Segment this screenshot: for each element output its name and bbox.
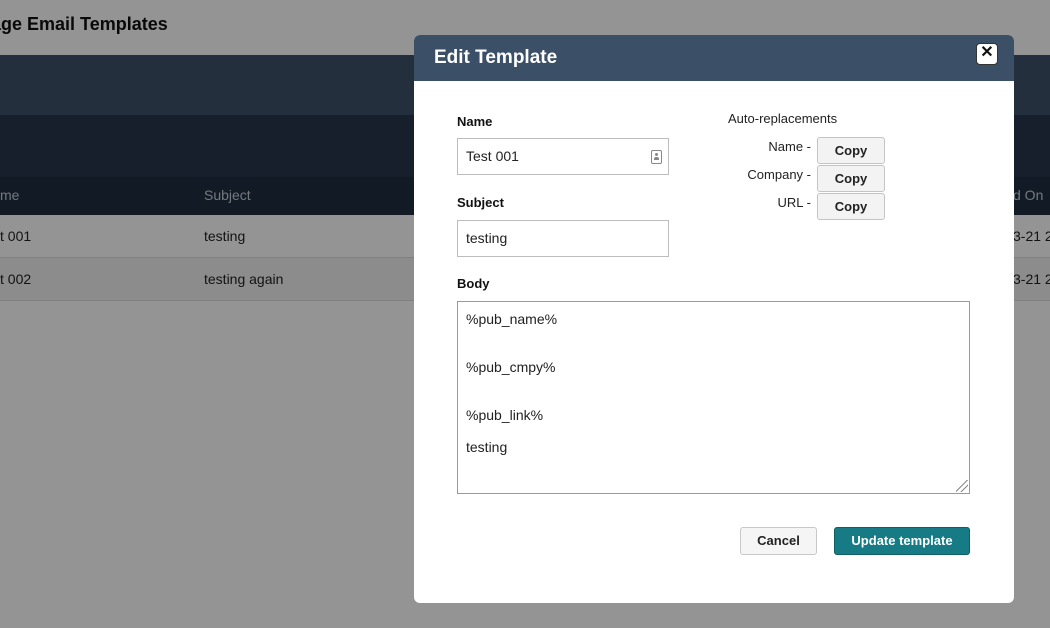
copy-company-button[interactable]: Copy bbox=[817, 165, 885, 192]
auto-replacement-url-label: URL - bbox=[777, 195, 811, 210]
contact-card-icon[interactable] bbox=[651, 150, 662, 164]
name-input[interactable]: Test 001 bbox=[457, 138, 669, 175]
name-input-value: Test 001 bbox=[466, 148, 519, 164]
body-line: %pub_cmpy% bbox=[466, 359, 556, 375]
name-label: Name bbox=[457, 114, 493, 129]
copy-url-button[interactable]: Copy bbox=[817, 193, 885, 220]
copy-name-button[interactable]: Copy bbox=[817, 137, 885, 164]
close-button[interactable]: ✕ bbox=[976, 43, 998, 65]
resize-handle-icon[interactable] bbox=[956, 480, 968, 492]
body-line: %pub_name% bbox=[466, 311, 558, 327]
body-label: Body bbox=[457, 276, 490, 291]
body-line: %pub_link% bbox=[466, 407, 544, 423]
dialog-header: Edit Template ✕ bbox=[414, 35, 1014, 81]
subject-label: Subject bbox=[457, 195, 504, 210]
dialog-title: Edit Template bbox=[434, 47, 558, 68]
update-template-button[interactable]: Update template bbox=[834, 527, 970, 555]
subject-input[interactable]: testing bbox=[457, 220, 669, 257]
edit-template-dialog: Edit Template ✕ Name Test 001 Subject te… bbox=[414, 35, 1014, 603]
body-textarea[interactable]: %pub_name% %pub_cmpy% %pub_link% testing bbox=[457, 301, 970, 494]
body-line: testing bbox=[466, 439, 508, 455]
subject-input-value: testing bbox=[466, 230, 508, 246]
close-icon: ✕ bbox=[980, 44, 994, 61]
auto-replacement-company-label: Company - bbox=[747, 167, 811, 182]
auto-replacements-title: Auto-replacements bbox=[728, 111, 838, 126]
auto-replacement-name-label: Name - bbox=[768, 139, 811, 154]
cancel-button[interactable]: Cancel bbox=[740, 527, 817, 555]
